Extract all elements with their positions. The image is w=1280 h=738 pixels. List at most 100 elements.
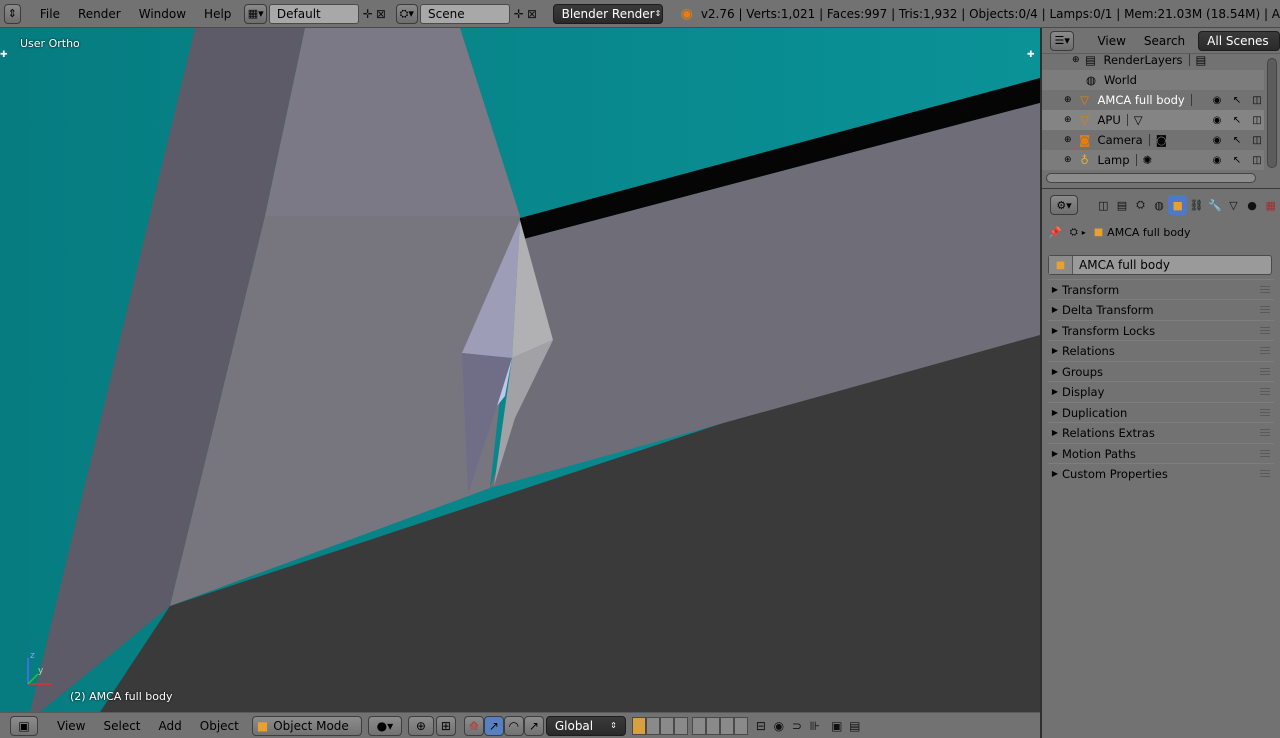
drag-grip-icon[interactable]: [1260, 326, 1270, 335]
add-screen-icon[interactable]: ✛: [361, 5, 374, 23]
cursor-icon[interactable]: ↖: [1230, 113, 1244, 127]
panel-transform[interactable]: ▶ Transform: [1048, 279, 1274, 299]
mode-dropdown[interactable]: ■ Object Mode: [251, 715, 362, 736]
cursor-icon[interactable]: ↖: [1230, 93, 1244, 107]
world-tab-icon[interactable]: ◍: [1150, 195, 1169, 215]
object-tab-icon[interactable]: ■: [1168, 195, 1187, 215]
outliner-item-amca-full-body[interactable]: ⊕ ▽ AMCA full body ◉ ↖ ◫: [1042, 90, 1264, 110]
screen-layout-field[interactable]: Default: [268, 3, 360, 24]
material-tab-icon[interactable]: ●: [1243, 195, 1262, 215]
render-engine-dropdown[interactable]: Blender Render ⇕: [552, 3, 663, 24]
menu-select[interactable]: Select: [94, 719, 149, 733]
translate-toggle[interactable]: ⟰: [463, 715, 484, 736]
render-layers-tab-icon[interactable]: ▤: [1113, 195, 1132, 215]
layer-button[interactable]: [691, 716, 706, 735]
menu-view[interactable]: View: [48, 719, 94, 733]
panel-custom-properties[interactable]: ▶ Custom Properties: [1048, 463, 1274, 483]
outliner-item-world[interactable]: ◍ World: [1042, 70, 1264, 90]
lock-layers-icon[interactable]: ⊟: [752, 717, 770, 735]
panel-relations[interactable]: ▶ Relations: [1048, 340, 1274, 360]
constraints-tab-icon[interactable]: ⛓: [1187, 195, 1206, 215]
display-mode-dropdown[interactable]: All Scenes: [1198, 30, 1280, 51]
drag-grip-icon[interactable]: [1260, 449, 1270, 458]
drag-grip-icon[interactable]: [1260, 408, 1270, 417]
layer-button[interactable]: [645, 716, 660, 735]
camera-render-icon[interactable]: ◫: [1250, 93, 1264, 107]
scene-field[interactable]: Scene: [420, 3, 511, 24]
menu-help[interactable]: Help: [195, 7, 240, 21]
panel-groups[interactable]: ▶ Groups: [1048, 361, 1274, 381]
menu-window[interactable]: Window: [130, 7, 195, 21]
drag-grip-icon[interactable]: [1260, 387, 1270, 396]
scene-tab-icon[interactable]: ⛭: [1131, 195, 1150, 215]
texture-tab-icon[interactable]: ▦: [1261, 195, 1280, 215]
editor-type-button[interactable]: ▣: [10, 715, 38, 736]
expand-icon[interactable]: ⊕: [1064, 115, 1072, 125]
menu-file[interactable]: File: [31, 7, 69, 21]
editor-type-button[interactable]: ⇕: [4, 3, 21, 24]
eye-icon[interactable]: ◉: [1210, 93, 1224, 107]
drag-grip-icon[interactable]: [1260, 428, 1270, 437]
cursor-icon[interactable]: ↖: [1230, 133, 1244, 147]
layer-button[interactable]: [733, 716, 748, 735]
modifiers-tab-icon[interactable]: 🔧: [1206, 195, 1225, 215]
snap-element-icon[interactable]: ⊪: [806, 717, 824, 735]
right-expand-icon[interactable]: ✚: [1027, 50, 1035, 60]
eye-icon[interactable]: ◉: [1210, 153, 1224, 167]
expand-icon[interactable]: ⊕: [1064, 95, 1072, 105]
panel-delta-transform[interactable]: ▶ Delta Transform: [1048, 299, 1274, 319]
manipulator-toggle[interactable]: ⊞: [435, 715, 456, 736]
shading-dropdown[interactable]: ●▾: [367, 715, 402, 736]
layer-button[interactable]: [719, 716, 734, 735]
menu-search[interactable]: Search: [1135, 34, 1194, 48]
expand-icon[interactable]: ⊕: [1064, 155, 1072, 165]
outliner-item-camera[interactable]: ⊕ ◙ Camera ◙ ◉ ↖ ◫: [1042, 130, 1264, 150]
layer-grid-1[interactable]: [631, 716, 688, 735]
cursor-icon[interactable]: ↖: [1230, 153, 1244, 167]
outliner-item-lamp[interactable]: ⊕ ♁ Lamp ✺ ◉ ↖ ◫: [1042, 150, 1264, 170]
opengl-render-icon[interactable]: ▣: [828, 717, 846, 735]
menu-object[interactable]: Object: [191, 719, 248, 733]
drag-grip-icon[interactable]: [1260, 346, 1270, 355]
layer-button[interactable]: [659, 716, 674, 735]
panel-duplication[interactable]: ▶ Duplication: [1048, 402, 1274, 422]
pivot-dropdown[interactable]: ⊕: [407, 715, 434, 736]
eye-icon[interactable]: ◉: [1210, 113, 1224, 127]
editor-type-button[interactable]: ☰▾: [1050, 30, 1075, 51]
drag-grip-icon[interactable]: [1260, 305, 1270, 314]
snap-magnet-icon[interactable]: ⊃: [788, 717, 806, 735]
remove-screen-icon[interactable]: ⊠: [374, 5, 387, 23]
menu-add[interactable]: Add: [150, 719, 191, 733]
add-scene-icon[interactable]: ✛: [512, 5, 525, 23]
expand-icon[interactable]: ⊕: [1072, 55, 1080, 65]
object-type-selector[interactable]: ■: [1049, 256, 1073, 274]
data-tab-icon[interactable]: ▽: [1224, 195, 1243, 215]
render-animation-icon[interactable]: ▤: [846, 717, 864, 735]
camera-render-icon[interactable]: ◫: [1250, 153, 1264, 167]
remove-scene-icon[interactable]: ⊠: [525, 5, 538, 23]
screen-layout-selector[interactable]: ▦▾: [244, 3, 267, 24]
drag-grip-icon[interactable]: [1260, 367, 1270, 376]
layer-button[interactable]: [631, 716, 646, 735]
panel-relations-extras[interactable]: ▶ Relations Extras: [1048, 422, 1274, 442]
3d-viewport[interactable]: User Ortho ✚ ✚ z y (2) AMCA full body: [0, 28, 1040, 712]
scene-selector[interactable]: ⛭▾: [395, 3, 418, 24]
camera-render-icon[interactable]: ◫: [1250, 133, 1264, 147]
render-tab-icon[interactable]: ◫: [1094, 195, 1113, 215]
pin-icon[interactable]: 📌: [1048, 226, 1062, 239]
left-expand-icon[interactable]: ✚: [0, 50, 8, 60]
rotate-toggle[interactable]: ↗: [483, 715, 504, 736]
expand-icon[interactable]: ⊕: [1064, 135, 1072, 145]
scale-toggle[interactable]: ◠: [503, 715, 524, 736]
layer-grid-2[interactable]: [691, 716, 748, 735]
outliner-horizontal-scrollbar[interactable]: [1046, 173, 1256, 183]
drag-grip-icon[interactable]: [1260, 285, 1270, 294]
layer-button[interactable]: [673, 716, 688, 735]
outliner-vertical-scrollbar[interactable]: [1267, 58, 1277, 168]
panel-transform-locks[interactable]: ▶ Transform Locks: [1048, 320, 1274, 340]
outliner-item-apu[interactable]: ⊕ ▽ APU ▽ ◉ ↖ ◫: [1042, 110, 1264, 130]
menu-render[interactable]: Render: [69, 7, 130, 21]
editor-type-button[interactable]: ⚙▾: [1050, 195, 1079, 215]
camera-render-icon[interactable]: ◫: [1250, 113, 1264, 127]
eye-icon[interactable]: ◉: [1210, 133, 1224, 147]
